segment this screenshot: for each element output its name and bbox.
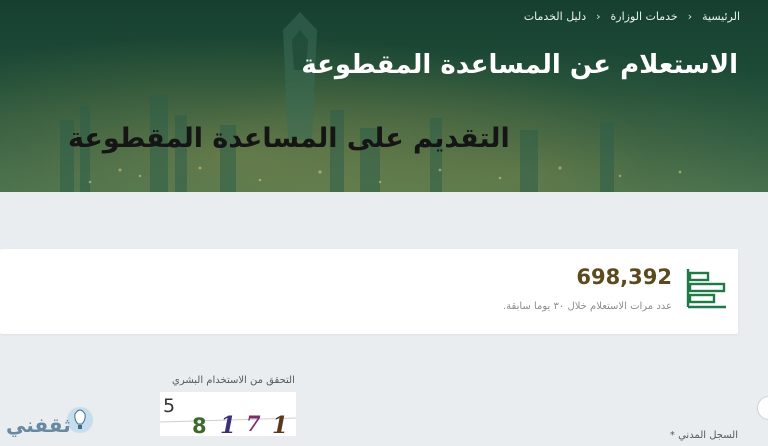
breadcrumb-home[interactable]: الرئيسية (702, 10, 740, 23)
civil-record-label: السجل المدني * (669, 430, 738, 441)
breadcrumb-service-guide[interactable]: دليل الخدمات (524, 10, 586, 23)
captcha-label: التحقق من الاستخدام البشري (172, 375, 295, 386)
side-scroll-button[interactable] (757, 396, 768, 420)
thaqafni-logo: ثقفني (6, 407, 93, 438)
svg-text:1: 1 (272, 412, 288, 436)
svg-text:8: 8 (192, 414, 207, 436)
hero-banner: الرئيسية ‹ خدمات الوزارة ‹ دليل الخدمات … (0, 0, 768, 192)
svg-text:ثقفني: ثقفني (6, 413, 71, 438)
breadcrumb-ministry-services[interactable]: خدمات الوزارة (611, 10, 678, 23)
inquiry-count: 698,392 (576, 265, 672, 289)
svg-text:5: 5 (163, 395, 175, 417)
svg-text:1: 1 (220, 412, 236, 436)
svg-text:7: 7 (246, 411, 261, 436)
bar-chart-icon (686, 269, 726, 309)
inquiry-count-caption: عدد مرات الاستعلام خلال ٣٠ يوما سابقة. (502, 301, 672, 312)
city-skyline-image (60, 12, 682, 192)
chevron-left-icon: ‹ (687, 10, 693, 23)
page-title: الاستعلام عن المساعدة المقطوعة (301, 50, 738, 80)
stats-card: 698,392 عدد مرات الاستعلام خلال ٣٠ يوما … (0, 249, 738, 334)
breadcrumb: الرئيسية ‹ خدمات الوزارة ‹ دليل الخدمات (524, 10, 740, 23)
chevron-left-icon: ‹ (596, 10, 601, 23)
overlay-title: التقديم على المساعدة المقطوعة (68, 123, 510, 154)
captcha-image: 5 8 1 7 1 (160, 392, 296, 436)
